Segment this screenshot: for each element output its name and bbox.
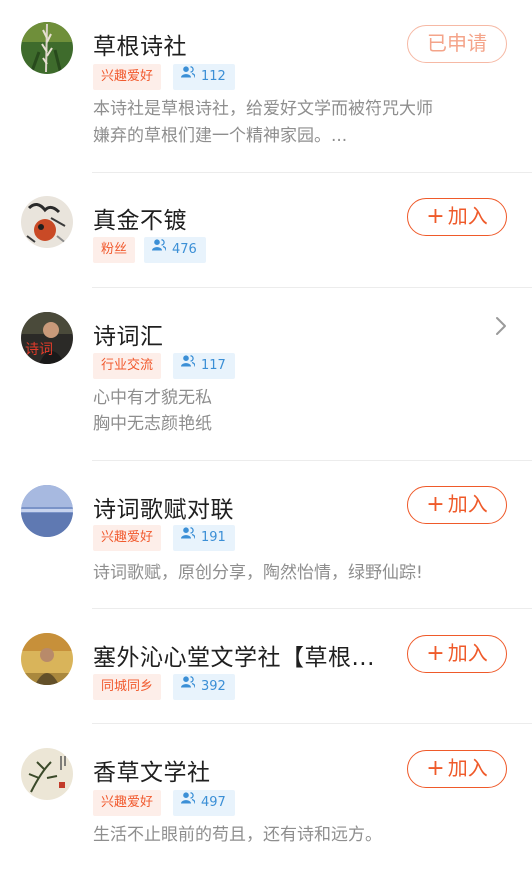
plus-icon: +	[426, 641, 445, 666]
avatar	[21, 485, 73, 537]
applied-button[interactable]: 已申请	[407, 25, 507, 63]
category-tag: 兴趣爱好	[93, 64, 162, 90]
members-icon	[181, 62, 196, 88]
group-name: 真金不镀	[93, 208, 187, 234]
chevron-right-icon[interactable]	[494, 316, 508, 340]
join-label: 加入	[447, 641, 488, 665]
members-icon	[181, 523, 196, 549]
category-tag: 同城同乡	[93, 674, 162, 700]
avatar	[21, 633, 73, 685]
category-tag: 粉丝	[93, 237, 136, 263]
members-icon	[181, 351, 196, 377]
member-count-badge: 191	[173, 525, 235, 551]
group-name: 诗词汇	[93, 324, 164, 350]
list-item[interactable]: 诗词歌赋对联 兴趣爱好 191 诗词歌赋，原创分享，陶然怡情，绿野仙踪! + 加入	[0, 461, 532, 608]
member-count-badge: 117	[173, 353, 235, 379]
join-button[interactable]: + 加入	[407, 635, 507, 673]
applied-label: 已申请	[427, 31, 487, 55]
members-icon	[152, 235, 167, 261]
member-count-badge: 476	[144, 237, 206, 263]
group-description: 嫌弃的草根们建一个精神家园。...	[93, 126, 348, 146]
join-label: 加入	[447, 756, 488, 780]
list-item[interactable]: 香草文学社 兴趣爱好 497 生活不止眼前的苟且，还有诗和远方。 + 加入	[0, 724, 532, 872]
avatar: 诗词	[21, 312, 73, 364]
join-button[interactable]: + 加入	[407, 486, 507, 524]
category-tag: 兴趣爱好	[93, 790, 162, 816]
group-name: 香草文学社	[93, 760, 211, 786]
member-count: 392	[201, 679, 226, 694]
group-description: 胸中无志颜艳纸	[93, 414, 212, 434]
plus-icon: +	[426, 204, 445, 229]
join-button[interactable]: + 加入	[407, 750, 507, 788]
category-tag: 行业交流	[93, 353, 162, 379]
join-label: 加入	[447, 204, 488, 228]
member-count-badge: 112	[173, 64, 235, 90]
join-label: 加入	[447, 492, 488, 516]
member-count: 112	[201, 69, 226, 84]
group-description: 诗词歌赋，原创分享，陶然怡情，绿野仙踪!	[93, 563, 423, 583]
list-item[interactable]: 草根诗社 兴趣爱好 112 本诗社是草根诗社，给爱好文学而被符咒大师 嫌弃的草根…	[0, 0, 532, 172]
group-description: 心中有才貌无私	[93, 388, 212, 408]
member-count: 476	[172, 242, 197, 257]
plus-icon: +	[426, 492, 445, 517]
avatar	[21, 22, 73, 74]
avatar	[21, 196, 73, 248]
group-list: 草根诗社 兴趣爱好 112 本诗社是草根诗社，给爱好文学而被符咒大师 嫌弃的草根…	[0, 0, 532, 872]
avatar	[21, 748, 73, 800]
group-description: 生活不止眼前的苟且，还有诗和远方。	[93, 825, 382, 845]
member-count-badge: 497	[173, 790, 235, 816]
member-count: 191	[201, 530, 226, 545]
plus-icon: +	[426, 756, 445, 781]
list-item[interactable]: 塞外沁心堂文学社【草根... 同城同乡 392 + 加入	[0, 609, 532, 723]
list-item[interactable]: 诗词 诗词汇 行业交流 117 心中有才貌无私 胸中无志颜艳纸	[0, 288, 532, 460]
group-name: 诗词歌赋对联	[93, 497, 234, 523]
category-tag: 兴趣爱好	[93, 525, 162, 551]
member-count: 117	[201, 358, 226, 373]
join-button[interactable]: + 加入	[407, 198, 507, 236]
group-name: 塞外沁心堂文学社【草根...	[93, 645, 375, 671]
list-item[interactable]: 真金不镀 粉丝 476 + 加入	[0, 173, 532, 287]
members-icon	[181, 672, 196, 698]
member-count: 497	[201, 795, 226, 810]
members-icon	[181, 788, 196, 814]
svg-text:诗词: 诗词	[25, 342, 53, 358]
group-description: 本诗社是草根诗社，给爱好文学而被符咒大师	[93, 99, 433, 119]
member-count-badge: 392	[173, 674, 235, 700]
group-name: 草根诗社	[93, 34, 187, 60]
